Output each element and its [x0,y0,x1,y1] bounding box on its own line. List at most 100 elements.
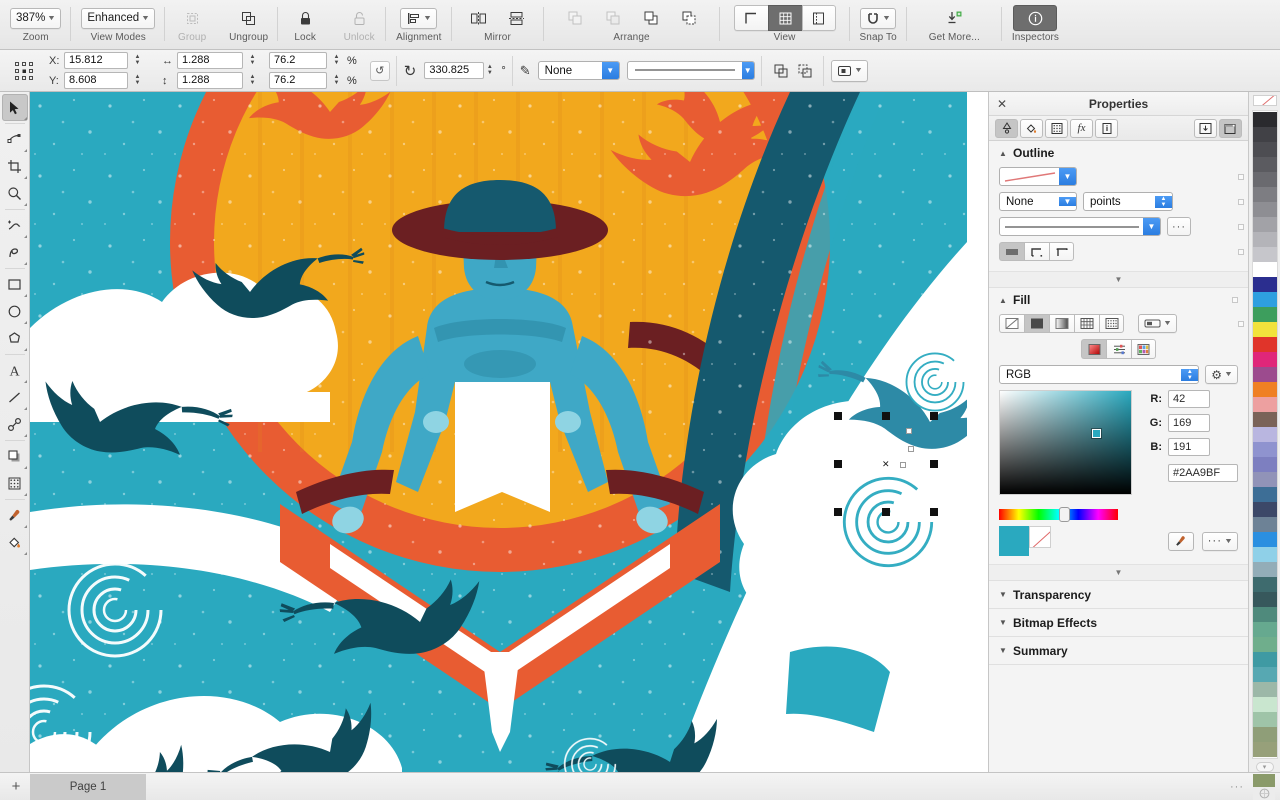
alignment-dropdown[interactable]: ▼ [400,7,438,29]
status-overflow-button[interactable]: ··· [1224,781,1250,793]
color-swatch[interactable] [1252,382,1277,397]
artboard[interactable] [30,92,967,772]
height-percent-stepper[interactable]: ▲ ▼ [331,72,342,89]
add-page-button[interactable]: + [2,774,30,800]
outline-style-link-dot[interactable] [1238,223,1244,230]
color-more-options-button[interactable]: ··· ▼ [1201,531,1238,551]
color-swatch[interactable] [1252,292,1277,307]
color-swatch[interactable] [1252,427,1277,442]
tab-effects[interactable]: fx [1070,118,1093,138]
hue-slider-thumb[interactable] [1059,507,1070,522]
selection-handle-n[interactable] [882,412,890,420]
outline-join-corner-button[interactable] [1024,242,1049,261]
color-swatch[interactable] [1252,187,1277,202]
outline-cap-link-dot[interactable] [1238,248,1244,255]
mode-sliders-button[interactable] [1106,339,1131,359]
color-space-dropdown[interactable]: RGB ▲ ▼ [999,365,1200,384]
color-swatch[interactable] [1252,262,1277,277]
get-more-button[interactable] [937,5,971,31]
bitmap-effects-section-header[interactable]: ▼ Bitmap Effects [989,609,1248,636]
fill-none-button[interactable] [999,314,1024,333]
color-swatch[interactable] [1252,712,1277,727]
corner-color-chip[interactable] [1250,773,1278,800]
fill-collapse-handle[interactable]: ▼ [989,564,1248,580]
connector-tool[interactable] [2,411,28,438]
color-swatch[interactable] [1252,127,1277,142]
color-swatch[interactable] [1252,622,1277,637]
width-percent-stepper[interactable]: ▲ ▼ [331,52,342,69]
color-swatch[interactable] [1252,502,1277,517]
import-properties-button[interactable] [1194,118,1217,138]
gradient-handle-3[interactable] [900,462,906,468]
color-swatch[interactable] [1252,472,1277,487]
ungroup-button[interactable] [232,5,266,31]
anchor-point-selector[interactable] [6,50,42,92]
transparency-section-header[interactable]: ▼ Transparency [989,581,1248,608]
color-swatch[interactable] [1252,442,1277,457]
color-swatch[interactable] [1252,172,1277,187]
mirror-vertical-button[interactable] [500,5,534,31]
show-guides-button[interactable] [733,5,768,31]
color-swatch[interactable] [1252,157,1277,172]
color-swatch[interactable] [1252,412,1277,427]
pointer-tool[interactable] [1,94,28,121]
paint-bucket-tool[interactable] [2,529,28,556]
rotation-input[interactable]: 330.825 [424,62,485,79]
outline-units-dropdown[interactable]: points ▲ ▼ [1083,192,1173,211]
color-swatch[interactable] [1252,352,1277,367]
effects-dropdown[interactable]: ▼ [824,50,875,92]
color-swatch[interactable] [1252,487,1277,502]
color-swatch[interactable] [1252,682,1277,697]
polygon-tool[interactable] [2,325,28,352]
mirror-horizontal-button[interactable] [462,5,496,31]
tab-halftone[interactable] [1045,118,1068,138]
node-edit-tool[interactable] [2,126,28,153]
outline-join-round-button[interactable] [1049,242,1074,261]
tab-color[interactable] [1020,118,1043,138]
fill-preset-dropdown[interactable]: ▼ [1138,314,1177,333]
outline-section-header[interactable]: ▲ Outline [989,141,1248,165]
current-color-swatches[interactable] [999,526,1051,556]
color-swatch[interactable] [1252,277,1277,292]
color-swatch[interactable] [1252,592,1277,607]
outline-width-link-dot[interactable] [1238,198,1244,205]
outline-collapse-handle[interactable]: ▼ [989,271,1248,287]
color-swatch[interactable] [1252,667,1277,682]
document-canvas[interactable]: ✕ [30,92,988,772]
stroke-style-dropdown[interactable]: ▼ [626,61,755,80]
outline-more-options-button[interactable]: ··· [1167,217,1191,236]
rectangle-tool[interactable] [2,271,28,298]
color-swatch[interactable] [1252,217,1277,232]
color-swatch[interactable] [1252,742,1277,757]
color-swatch[interactable] [1252,112,1277,127]
color-swatch[interactable] [1252,727,1277,742]
hue-slider[interactable] [999,507,1118,522]
rotation-center-marker[interactable]: ✕ [882,460,890,469]
width-percent-input[interactable]: 76.2 [269,52,327,69]
fill-gradient-button[interactable] [1049,314,1074,333]
outline-width-dropdown[interactable]: None ▼ [999,192,1077,211]
width-stepper[interactable]: ▲ ▼ [247,52,258,69]
rotate-icon[interactable]: ↻ [404,62,417,80]
close-icon[interactable]: ✕ [997,97,1007,111]
tab-info[interactable] [1095,118,1118,138]
fill-bitmap-button[interactable] [1099,314,1124,333]
stroke-color-dropdown[interactable]: ▼ [999,167,1077,186]
combine-shapes-button[interactable] [769,60,793,82]
saturation-value-field[interactable] [999,390,1132,495]
selection-handle-ne[interactable] [930,412,938,420]
eyedropper-tool[interactable] [2,502,28,529]
fill-link-dot[interactable] [1232,297,1238,303]
swatch-options-button[interactable]: ▾ [1255,762,1274,772]
color-swatch[interactable] [1252,397,1277,412]
color-swatch[interactable] [1252,367,1277,382]
color-swatch[interactable] [1252,532,1277,547]
selection-handle-se[interactable] [930,508,938,516]
fill-solid-button[interactable] [1024,314,1049,333]
color-swatch[interactable] [1252,577,1277,592]
stroke-width-dropdown[interactable]: None ▼ [537,61,620,80]
color-swatch[interactable] [1252,607,1277,622]
blue-input[interactable]: 191 [1168,438,1210,456]
color-swatch[interactable] [1252,562,1277,577]
page-tab-page-1[interactable]: Page 1 [30,773,146,800]
